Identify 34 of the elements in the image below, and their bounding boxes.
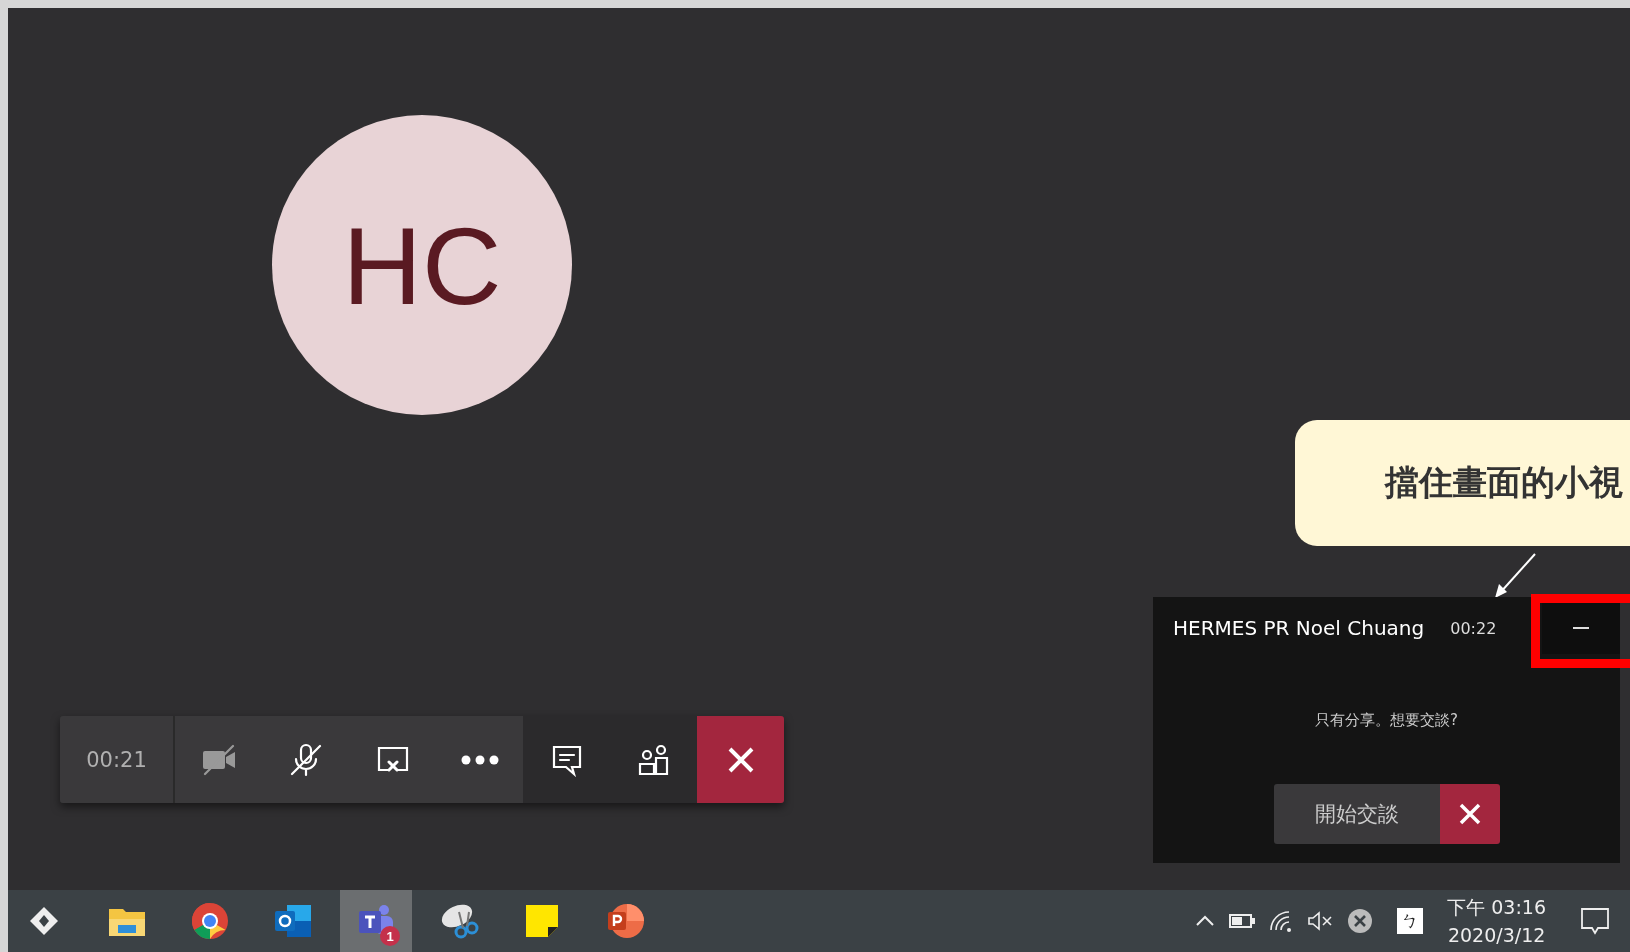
speaker-muted-icon[interactable] — [1307, 911, 1334, 931]
minimize-button[interactable] — [1542, 602, 1620, 654]
annotation-arrow — [1493, 552, 1537, 600]
close-icon — [726, 745, 755, 774]
caller-name: HERMES PR Noel Chuang — [1173, 616, 1425, 640]
mail-app-icon — [273, 903, 313, 939]
hang-up-button[interactable] — [697, 716, 784, 803]
more-icon — [459, 753, 500, 766]
wifi-icon[interactable] — [1269, 910, 1294, 932]
sticky-note-icon — [525, 904, 559, 938]
more-button[interactable] — [436, 716, 523, 803]
minimize-icon — [1573, 627, 1589, 629]
chrome-icon — [191, 902, 229, 940]
input-method-indicator[interactable]: ㄅ — [1397, 908, 1424, 934]
dismiss-button[interactable] — [1439, 784, 1500, 844]
battery-icon[interactable] — [1229, 914, 1256, 928]
taskbar-clock[interactable]: 下午 03:16 2020/3/12 — [1447, 893, 1546, 949]
call-time: 00:22 — [1450, 618, 1497, 638]
call-timer: 00:21 — [60, 716, 175, 803]
snipping-tool-icon — [439, 902, 479, 940]
clock-time: 下午 03:16 — [1447, 895, 1546, 920]
chevron-up-icon[interactable] — [1195, 915, 1216, 927]
avatar-initials: HC — [272, 115, 572, 415]
camera-button[interactable] — [175, 716, 262, 803]
start-talk-button[interactable]: 開始交談 — [1273, 784, 1440, 844]
notifications-icon[interactable] — [1580, 907, 1610, 935]
presentation-app-icon — [605, 901, 645, 941]
clock-date: 2020/3/12 — [1447, 923, 1546, 948]
callout-text: 擋住畫面的小視 — [1385, 461, 1623, 504]
notification-badge: 1 — [380, 926, 400, 946]
close-icon — [1458, 803, 1481, 825]
taskbar-app[interactable]: 1 — [340, 890, 412, 952]
error-icon[interactable] — [1347, 908, 1374, 934]
share-message: 只有分享。想要交談? — [1315, 711, 1458, 730]
